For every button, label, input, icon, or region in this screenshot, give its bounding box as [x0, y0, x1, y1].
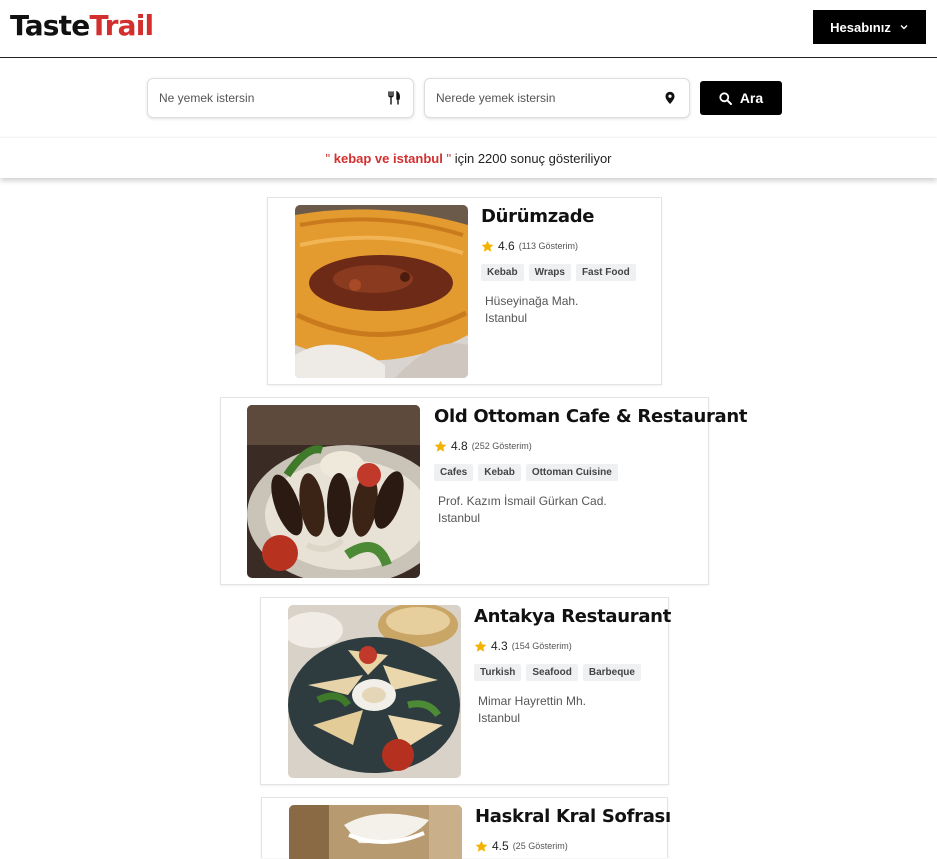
rating: 4.8 (252 Gösterim) [434, 439, 747, 453]
restaurant-name[interactable]: Dürümzade [481, 204, 636, 230]
tag[interactable]: Seafood [526, 664, 578, 681]
account-button[interactable]: Hesabınız [813, 10, 926, 44]
rating: 4.6 (113 Gösterim) [481, 239, 636, 253]
rating-value: 4.6 [498, 239, 515, 253]
view-count: (252 Gösterim) [471, 441, 532, 451]
search-button[interactable]: Ara [700, 81, 782, 115]
restaurant-name[interactable]: Antakya Restaurant [474, 604, 671, 630]
restaurant-photo[interactable] [288, 605, 461, 778]
tag-list: Turkish Seafood Barbeque [474, 664, 671, 681]
restaurant-photo[interactable] [289, 805, 462, 859]
restaurant-name[interactable]: Old Ottoman Cafe & Restaurant [434, 404, 748, 430]
logo-part-trail: Trail [89, 9, 154, 42]
restaurant-card[interactable]: Antakya Restaurant 4.3 (154 Gösterim) Tu… [260, 597, 671, 785]
address-street: Mimar Hayrettin Mh. [478, 694, 587, 708]
rating: 4.5 (25 Gösterim) [475, 839, 671, 853]
search-icon [719, 91, 732, 105]
tag[interactable]: Turkish [474, 664, 522, 681]
tag[interactable]: Kebab [481, 264, 524, 281]
tag[interactable]: Wraps [528, 264, 571, 281]
results-count-text: için 2200 sonuç gösteriliyor [454, 150, 612, 166]
tag[interactable]: Cafes [434, 464, 474, 481]
wrap-photo [295, 205, 468, 378]
restaurant-interior-photo [289, 805, 462, 859]
rating-value: 4.3 [491, 639, 508, 653]
address-street: Prof. Kazım İsmail Gürkan Cad. [438, 494, 607, 508]
rating-value: 4.8 [451, 439, 468, 453]
where-field[interactable] [424, 78, 690, 118]
restaurant-card[interactable]: Old Ottoman Cafe & Restaurant 4.8 (252 G… [220, 397, 748, 585]
logo-part-taste: Taste [10, 9, 90, 42]
restaurant-photo[interactable] [247, 405, 420, 578]
tag-list: Kebab Wraps Fast Food [481, 264, 636, 281]
what-input[interactable] [159, 91, 387, 105]
restaurant-photo[interactable] [295, 205, 468, 378]
search-bar: Ara [0, 58, 937, 138]
kebab-plate-photo [247, 405, 420, 578]
restaurant-info: Antakya Restaurant 4.3 (154 Gösterim) Tu… [474, 604, 671, 727]
close-quote: " [446, 150, 452, 166]
account-button-label: Hesabınız [830, 19, 891, 35]
tag[interactable]: Fast Food [575, 264, 636, 281]
tag[interactable]: Ottoman Cuisine [525, 464, 618, 481]
rating: 4.3 (154 Gösterim) [474, 639, 671, 653]
address-city: Istanbul [438, 511, 481, 525]
rating-value: 4.5 [492, 839, 509, 853]
utensils-icon [388, 91, 400, 105]
address-city: Istanbul [478, 711, 521, 725]
restaurant-info: Dürümzade 4.6 (113 Gösterim) Kebab Wraps… [481, 204, 636, 327]
address-street: Hüseyinağa Mah. [485, 294, 579, 308]
view-count: (113 Gösterim) [518, 241, 579, 251]
restaurant-card[interactable]: Haskral Kral Sofrası 4.5 (25 Gösterim) [261, 797, 671, 859]
view-count: (25 Gösterim) [512, 841, 568, 851]
logo[interactable]: TasteTrail [10, 9, 154, 42]
where-input[interactable] [436, 91, 663, 105]
results-summary: " kebap ve istanbul " için 2200 sonuç gö… [0, 138, 937, 178]
tag-list: Cafes Kebab Ottoman Cuisine [434, 464, 747, 481]
tag[interactable]: Barbeque [582, 664, 641, 681]
search-term: kebap ve istanbul [333, 150, 443, 166]
address: Mimar Hayrettin Mh. Istanbul [474, 693, 671, 727]
search-button-label: Ara [739, 90, 764, 106]
star-icon [434, 440, 447, 452]
what-field[interactable] [147, 78, 414, 118]
tag[interactable]: Kebab [478, 464, 521, 481]
restaurant-info: Old Ottoman Cafe & Restaurant 4.8 (252 G… [434, 404, 748, 527]
address: Hüseyinağa Mah. Istanbul [481, 293, 636, 327]
pide-plate-photo [288, 605, 461, 778]
restaurant-card[interactable]: Dürümzade 4.6 (113 Gösterim) Kebab Wraps… [267, 197, 662, 385]
star-icon [474, 640, 487, 652]
address-city: Istanbul [485, 311, 528, 325]
restaurant-info: Haskral Kral Sofrası 4.5 (25 Gösterim) [475, 804, 671, 853]
chevron-down-icon [900, 25, 908, 30]
star-icon [481, 240, 494, 252]
address: Prof. Kazım İsmail Gürkan Cad. Istanbul [434, 493, 747, 527]
open-quote: " [325, 150, 331, 166]
star-icon [475, 840, 488, 852]
top-header: TasteTrail Hesabınız [0, 0, 937, 58]
location-pin-icon [665, 91, 675, 104]
view-count: (154 Gösterim) [511, 641, 572, 651]
restaurant-name[interactable]: Haskral Kral Sofrası [475, 804, 671, 830]
